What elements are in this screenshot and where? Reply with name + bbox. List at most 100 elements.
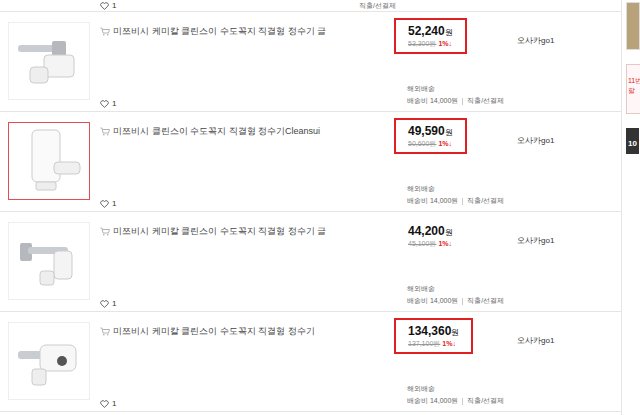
- product-title-link[interactable]: 미쯔비시 케미칼 클린스이 수도꼭지 직결형 정수기: [100, 326, 392, 337]
- price-cell: 52,240원53,300원1%↓해외배송배송비 14,000원직출/선결제: [392, 12, 505, 111]
- product-image[interactable]: [8, 222, 90, 300]
- product-title-link[interactable]: 미쯔비시 케미칼 클린스이 수도꼭지 직결형 정수기 글: [100, 226, 392, 237]
- payment-text: 직출/선결제: [467, 397, 504, 405]
- shipping-info: 해외배송배송비 14,000원 직출/선결제: [392, 285, 505, 305]
- event-banner[interactable]: 11번할: [626, 64, 640, 114]
- shipping-type: 해외배송: [407, 285, 505, 293]
- product-row[interactable]: 미쯔비시 케미칼 클린스이 수도꼭지 직결형 정수기 글152,240원53,3…: [0, 12, 621, 112]
- product-image[interactable]: [8, 122, 90, 200]
- like-button[interactable]: 1: [100, 199, 392, 208]
- title-cell: 미쯔비시 케미칼 클린스이 수도꼭지 직결형 정수기 글 1: [95, 212, 392, 311]
- cart-icon: [100, 227, 110, 236]
- cart-icon: [100, 27, 110, 36]
- heart-icon: [100, 2, 109, 10]
- product-title: 미쯔비시 케미칼 클린스이 수도꼭지 직결형 정수기: [113, 326, 315, 337]
- shipping-fee: 배송비 14,000원: [407, 397, 458, 405]
- like-count: 1: [112, 399, 116, 408]
- shipping-fee: 배송비 14,000원: [407, 97, 458, 105]
- divider: [462, 298, 463, 305]
- product-row[interactable]: 미쯔비시 케미칼 클린스이 수도꼭지 직결형 정수기 1 134,360원137,1…: [0, 312, 621, 412]
- original-price-line: 50,600원1%↓: [408, 139, 453, 148]
- shipping-type: 해외배송: [407, 85, 505, 93]
- price: 52,240원: [408, 24, 453, 39]
- discount-rate: 1%↓: [438, 39, 452, 48]
- payment-text: 직출/선결제: [467, 297, 504, 305]
- heart-icon: [100, 100, 109, 108]
- price-cell: 134,360원137,100원1%↓해외배송배송비 14,000원직출/선결제: [392, 312, 505, 411]
- price-value: 49,590: [408, 124, 445, 139]
- like-count: 1: [112, 1, 116, 10]
- price-value: 44,200: [408, 224, 445, 239]
- divider: [462, 98, 463, 105]
- seller-cell: 오사카go1: [505, 212, 621, 311]
- price-cell: 49,590원50,600원1%↓해외배송배송비 14,000원직출/선결제: [392, 112, 505, 211]
- price-highlight: 49,590원50,600원1%↓: [394, 118, 467, 154]
- price-unit: 원: [451, 327, 459, 339]
- seller-cell: 오사카go1: [505, 112, 621, 211]
- discount-rate: 1%↓: [438, 239, 452, 248]
- seller-name: 오사카go1: [517, 236, 554, 245]
- original-price-line: 53,300원1%↓: [408, 39, 453, 48]
- price-value: 52,240: [408, 24, 445, 39]
- seller-name: 오사카go1: [517, 36, 554, 45]
- like-button[interactable]: 1: [0, 1, 297, 10]
- product-row[interactable]: 미쯔비시 클린스이 수도꼭지 직결형 정수기Cleansui149,590원50…: [0, 112, 621, 212]
- shipping-info: 직출/선결제: [297, 2, 396, 10]
- shipping-fee-line: 배송비 14,000원 직출/선결제: [407, 97, 505, 105]
- original-price: 53,300원: [408, 39, 436, 48]
- shipping-fee-line: 배송비 14,000원 직출/선결제: [407, 197, 505, 205]
- original-price: 137,100원: [408, 339, 440, 348]
- price-unit: 원: [445, 27, 453, 39]
- divider: [462, 198, 463, 205]
- cart-icon: [100, 127, 110, 136]
- price: 49,590원: [408, 124, 453, 139]
- shipping-type: 해외배송: [407, 385, 505, 393]
- original-price: 45,100원: [408, 239, 436, 248]
- product-image[interactable]: [8, 322, 90, 400]
- product-image[interactable]: [8, 22, 90, 100]
- product-title: 미쯔비시 케미칼 클린스이 수도꼭지 직결형 정수기 글: [113, 26, 326, 37]
- image-cell: [0, 112, 95, 211]
- discount-rate: 1%↓: [438, 139, 452, 148]
- payment-text: 직출/선결제: [467, 197, 504, 205]
- heart-icon: [100, 200, 109, 208]
- product-title-link[interactable]: 미쯔비시 케미칼 클린스이 수도꼭지 직결형 정수기 글: [100, 26, 392, 37]
- title-cell: 미쯔비시 케미칼 클린스이 수도꼭지 직결형 정수기 1: [95, 312, 392, 411]
- price-highlight: 44,200원45,100원1%↓: [394, 218, 467, 254]
- product-row[interactable]: 미쯔비시 케미칼 클린스이 수도꼭지 직결형 정수기 글 1 44,200원45,1…: [0, 212, 621, 312]
- shipping-fee: 배송비 14,000원: [407, 197, 458, 205]
- side-banner: 11번할 10: [622, 0, 640, 415]
- payment-text: 직출/선결제: [467, 97, 504, 105]
- shipping-fee-line: 배송비 14,000원 직출/선결제: [407, 397, 505, 405]
- shipping-info: 해외배송배송비 14,000원직출/선결제: [392, 185, 505, 205]
- product-title: 미쯔비시 클린스이 수도꼭지 직결형 정수기Cleansui: [113, 126, 320, 137]
- price-highlight: 134,360원137,100원1%↓: [394, 318, 473, 354]
- image-cell: [0, 212, 95, 311]
- price-unit: 원: [445, 127, 453, 139]
- badge[interactable]: 10: [626, 128, 639, 154]
- like-button[interactable]: 1: [100, 99, 392, 108]
- shipping-fee: 배송비 14,000원: [407, 297, 458, 305]
- seller-cell: 오사카go1: [505, 12, 621, 111]
- like-count: 1: [112, 199, 116, 208]
- banner-image[interactable]: [626, 2, 640, 50]
- shipping-fee-line: 배송비 14,000원 직출/선결제: [407, 297, 505, 305]
- product-list: 1직출/선결제미쯔비시 케미칼 클린스이 수도꼭지 직결형 정수기 글152,2…: [0, 0, 622, 415]
- payment-text: 직출/선결제: [359, 2, 396, 10]
- like-count: 1: [112, 299, 116, 308]
- like-button[interactable]: 1: [100, 299, 392, 308]
- cart-icon: [100, 327, 110, 336]
- original-price-line: 45,100원1%↓: [408, 239, 453, 248]
- seller-name: 오사카go1: [517, 336, 554, 345]
- image-cell: [0, 12, 95, 111]
- product-title-link[interactable]: 미쯔비시 클린스이 수도꼭지 직결형 정수기Cleansui: [100, 126, 392, 137]
- price-cell: 44,200원45,100원1%↓ 해외배송배송비 14,000원 직출/선결제: [392, 212, 505, 311]
- original-price: 50,600원: [408, 139, 436, 148]
- price: 134,360원: [408, 324, 459, 339]
- image-cell: [0, 312, 95, 411]
- title-cell: 미쯔비시 케미칼 클린스이 수도꼭지 직결형 정수기 글 1: [95, 12, 392, 111]
- seller-cell: 오사카go1: [505, 312, 621, 411]
- heart-icon: [100, 400, 109, 408]
- price-highlight: 52,240원53,300원1%↓: [394, 18, 467, 54]
- like-button[interactable]: 1: [100, 399, 392, 408]
